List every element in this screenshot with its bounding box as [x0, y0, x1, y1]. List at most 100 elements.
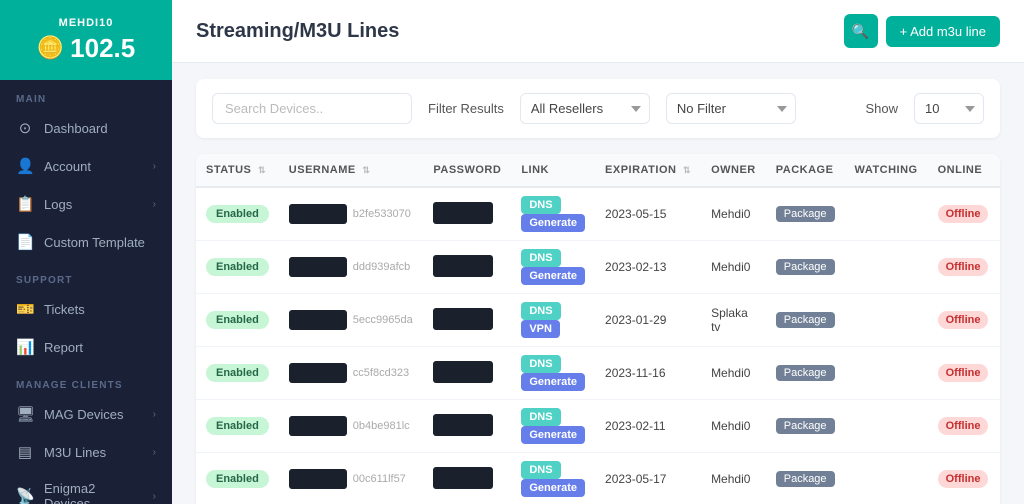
sidebar-item-mag-devices[interactable]: 🖥 MAG Devices › [0, 395, 172, 433]
search-button[interactable]: 🔍 [844, 14, 878, 48]
table-row: Enabled 5ecc9965da DNS VPN 2023-01-29 Sp… [196, 294, 1000, 347]
username-hidden [289, 469, 347, 489]
dns-button[interactable]: DNS [521, 408, 560, 426]
mag-icon: 🖥 [16, 405, 34, 423]
dns-button[interactable]: DNS [521, 355, 560, 373]
col-owner: OWNER [701, 154, 766, 187]
cell-expiration: 2023-11-16 [595, 347, 701, 400]
col-online: ONLINE [928, 154, 999, 187]
online-badge: Offline [938, 311, 989, 329]
cell-notes: Pankaj M [998, 187, 1000, 241]
cell-status: Enabled [196, 187, 279, 241]
dns-button[interactable]: DNS [521, 196, 560, 214]
generate-button[interactable]: Generate [521, 214, 585, 232]
chevron-right-icon: › [153, 491, 156, 502]
package-badge: Package [776, 365, 835, 381]
sidebar-item-tickets[interactable]: 🎫 Tickets [0, 290, 172, 328]
m3u-icon: ▤ [16, 443, 34, 461]
sidebar-item-logs[interactable]: 📋 Logs › [0, 185, 172, 223]
report-icon: 📊 [16, 338, 34, 356]
cell-expiration: 2023-05-15 [595, 187, 701, 241]
username-text: ddd939afcb [353, 261, 411, 273]
show-count-select[interactable]: 10 25 50 100 [914, 93, 984, 124]
cell-notes [998, 241, 1000, 294]
cell-package: Package [766, 187, 845, 241]
template-icon: 📄 [16, 233, 34, 251]
cell-online: Offline [928, 294, 999, 347]
cell-watching [845, 400, 928, 453]
sidebar-item-enigma2[interactable]: 📡 Enigma2 Devices › [0, 471, 172, 504]
cell-status: Enabled [196, 400, 279, 453]
cell-password [423, 347, 511, 400]
search-input[interactable] [212, 93, 412, 124]
cell-package: Package [766, 294, 845, 347]
section-label-support: SUPPORT [0, 261, 172, 290]
sidebar-item-label: Account [44, 159, 143, 174]
cell-status: Enabled [196, 453, 279, 504]
sidebar-item-label: MAG Devices [44, 407, 143, 422]
search-icon: 🔍 [852, 23, 869, 40]
status-badge: Enabled [206, 258, 269, 276]
online-badge: Offline [938, 258, 989, 276]
dns-button[interactable]: DNS [521, 249, 560, 267]
col-status: STATUS ⇅ [196, 154, 279, 187]
cell-expiration: 2023-02-13 [595, 241, 701, 294]
cell-notes: Michael Srtizzi [998, 347, 1000, 400]
package-badge: Package [776, 259, 835, 275]
cell-status: Enabled [196, 347, 279, 400]
reseller-select[interactable]: All Resellers Reseller 1 Reseller 2 [520, 93, 650, 124]
filter-type-select[interactable]: No Filter Enabled Disabled [666, 93, 796, 124]
cell-username: b2fe533070 [279, 187, 424, 241]
cell-link: DNS VPN [511, 294, 595, 347]
brand-name: MEHDI10 [59, 17, 114, 29]
data-table-wrap: STATUS ⇅ USERNAME ⇅ PASSWORD LINK EXPIRA… [196, 154, 1000, 504]
cell-password [423, 294, 511, 347]
generate-button[interactable]: Generate [521, 479, 585, 497]
cell-package: Package [766, 400, 845, 453]
cell-link: DNS Generate [511, 187, 595, 241]
cell-owner: Mehdi0 [701, 347, 766, 400]
sidebar-item-custom-template[interactable]: 📄 Custom Template [0, 223, 172, 261]
main-content: Streaming/M3U Lines 🔍 + Add m3u line Fil… [172, 0, 1024, 504]
sidebar-item-m3u-lines[interactable]: ▤ M3U Lines › [0, 433, 172, 471]
col-package: PACKAGE [766, 154, 845, 187]
add-m3u-button[interactable]: + Add m3u line [886, 16, 1000, 47]
vpn-button[interactable]: VPN [521, 320, 560, 338]
cell-package: Package [766, 241, 845, 294]
filter-bar: Filter Results All Resellers Reseller 1 … [196, 79, 1000, 138]
generate-button[interactable]: Generate [521, 426, 585, 444]
cell-notes: Jas [998, 400, 1000, 453]
cell-watching [845, 347, 928, 400]
header-actions: 🔍 + Add m3u line [844, 14, 1000, 48]
chevron-right-icon: › [153, 447, 156, 458]
package-badge: Package [776, 418, 835, 434]
dns-button[interactable]: DNS [521, 302, 560, 320]
package-badge: Package [776, 312, 835, 328]
col-username: USERNAME ⇅ [279, 154, 424, 187]
username-text: b2fe533070 [353, 208, 411, 220]
sidebar-item-label: M3U Lines [44, 445, 143, 460]
username-text: 5ecc9965da [353, 314, 413, 326]
cell-online: Offline [928, 187, 999, 241]
password-hidden [433, 361, 493, 383]
dns-button[interactable]: DNS [521, 461, 560, 479]
username-hidden [289, 416, 347, 436]
col-notes: NOTES ⇅ [998, 154, 1000, 187]
enigma-icon: 📡 [16, 487, 34, 504]
cell-password [423, 241, 511, 294]
generate-button[interactable]: Generate [521, 373, 585, 391]
sidebar-item-dashboard[interactable]: ⊙ Dashboard [0, 109, 172, 147]
sidebar-item-label: Enigma2 Devices [44, 481, 143, 504]
sidebar-item-report[interactable]: 📊 Report [0, 328, 172, 366]
table-row: Enabled ddd939afcb DNS Generate 2023-02-… [196, 241, 1000, 294]
cell-online: Offline [928, 241, 999, 294]
cell-status: Enabled [196, 241, 279, 294]
package-badge: Package [776, 471, 835, 487]
section-label-manage: MANAGE CLIENTS [0, 366, 172, 395]
sidebar-item-account[interactable]: 👤 Account › [0, 147, 172, 185]
username-hidden [289, 204, 347, 224]
generate-button[interactable]: Generate [521, 267, 585, 285]
table-row: Enabled cc5f8cd323 DNS Generate 2023-11-… [196, 347, 1000, 400]
filter-results-label: Filter Results [428, 101, 504, 116]
cell-username: ddd939afcb [279, 241, 424, 294]
